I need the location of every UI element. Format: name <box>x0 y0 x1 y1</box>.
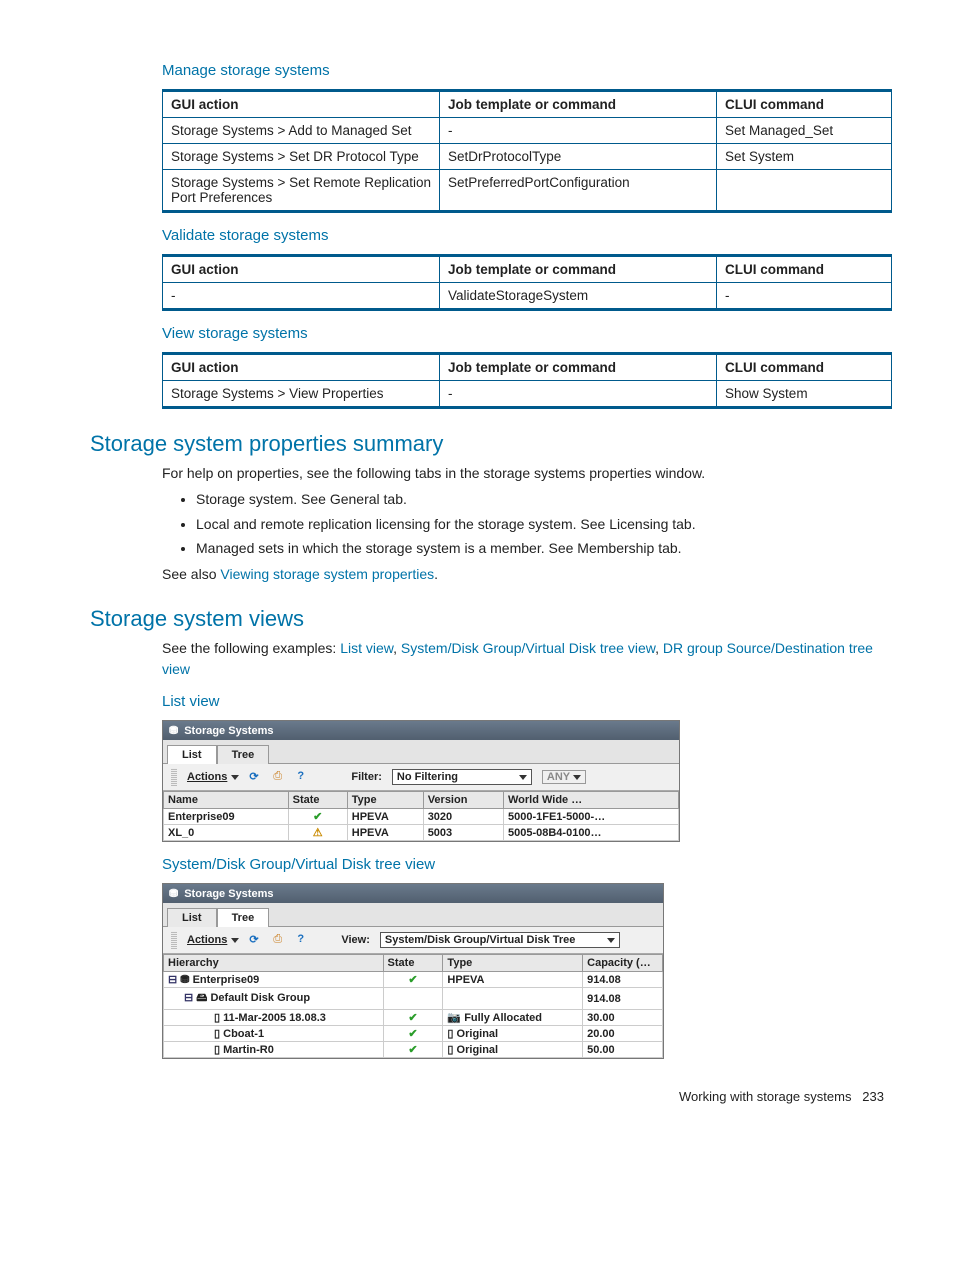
tab-tree[interactable]: Tree <box>217 908 270 927</box>
app-icon: ⛃ <box>169 887 178 900</box>
toolbar-grip <box>171 931 177 949</box>
screenshot-list-view: ⛃ Storage Systems List Tree Actions ⟳ ⎙ … <box>162 720 680 842</box>
actions-menu[interactable]: Actions <box>187 771 239 783</box>
window-titlebar: ⛃ Storage Systems <box>163 884 663 903</box>
tab-tree[interactable]: Tree <box>217 745 270 764</box>
vdisk-icon: ▯ <box>214 1012 220 1024</box>
table-row: Storage Systems > Add to Managed Set-Set… <box>163 118 892 144</box>
screenshot-tree-view: ⛃ Storage Systems List Tree Actions ⟳ ⎙ … <box>162 883 664 1059</box>
warning-icon: ⚠ <box>313 827 323 839</box>
page-number: 233 <box>862 1089 884 1104</box>
vdisk-icon: ▯ <box>214 1044 220 1056</box>
snapshot-icon: 📷 <box>447 1012 461 1024</box>
col-state[interactable]: State <box>383 955 443 972</box>
print-icon[interactable]: ⎙ <box>273 933 287 947</box>
chevron-down-icon <box>519 775 527 780</box>
ok-icon: ✔ <box>408 1044 417 1056</box>
col-gui: GUI action <box>163 91 440 118</box>
col-state[interactable]: State <box>288 792 347 809</box>
treeview-heading: System/Disk Group/Virtual Disk tree view <box>162 856 884 873</box>
col-version[interactable]: Version <box>423 792 503 809</box>
vdisk-icon: ▯ <box>447 1044 453 1056</box>
col-job: Job template or command <box>440 91 717 118</box>
tree-toggle-icon[interactable]: ⊟ <box>184 992 193 1004</box>
table-row[interactable]: XL_0 ⚠ HPEVA 5003 5005-08B4-0100… <box>164 825 679 841</box>
list-item: Local and remote replication licensing f… <box>196 514 884 534</box>
list-item: Managed sets in which the storage system… <box>196 538 884 558</box>
col-hierarchy[interactable]: Hierarchy <box>164 955 384 972</box>
list-item: Storage system. See General tab. <box>196 489 884 509</box>
view-label: View: <box>341 934 370 946</box>
col-capacity[interactable]: Capacity (… <box>583 955 663 972</box>
refresh-icon[interactable]: ⟳ <box>249 933 263 947</box>
listview-heading: List view <box>162 693 884 710</box>
link-list-view[interactable]: List view <box>340 640 393 656</box>
table-row[interactable]: ⊟ ⛃ Enterprise09 ✔ HPEVA 914.08 <box>164 972 663 988</box>
props-see-also: See also Viewing storage system properti… <box>162 564 884 584</box>
help-icon[interactable]: ? <box>297 770 311 784</box>
table-row: Storage Systems > View Properties-Show S… <box>163 381 892 408</box>
props-intro: For help on properties, see the followin… <box>162 463 884 483</box>
table-row: -ValidateStorageSystem- <box>163 283 892 310</box>
any-button[interactable]: ANY <box>542 770 586 784</box>
tree-grid: Hierarchy State Type Capacity (… ⊟ ⛃ Ent… <box>163 954 663 1058</box>
tab-list[interactable]: List <box>167 908 217 927</box>
col-name[interactable]: Name <box>164 792 289 809</box>
views-intro: See the following examples: List view, S… <box>162 638 884 679</box>
table-view: GUI action Job template or command CLUI … <box>162 352 892 409</box>
col-clui: CLUI command <box>717 91 892 118</box>
window-title: Storage Systems <box>184 888 273 900</box>
filter-label: Filter: <box>351 771 382 783</box>
tree-toggle-icon[interactable]: ⊟ <box>168 974 177 986</box>
tab-list[interactable]: List <box>167 745 217 764</box>
list-grid: Name State Type Version World Wide … Ent… <box>163 791 679 841</box>
actions-menu[interactable]: Actions <box>187 934 239 946</box>
chevron-down-icon <box>231 938 239 943</box>
link-view-props[interactable]: Viewing storage system properties <box>220 566 434 582</box>
refresh-icon[interactable]: ⟳ <box>249 770 263 784</box>
view-combo[interactable]: System/Disk Group/Virtual Disk Tree <box>380 932 620 948</box>
ok-icon: ✔ <box>408 1012 417 1024</box>
col-type[interactable]: Type <box>443 955 583 972</box>
toolbar-grip <box>171 768 177 786</box>
chevron-down-icon <box>231 775 239 780</box>
table-row[interactable]: ▯ 11-Mar-2005 18.08.3 ✔ 📷 Fully Allocate… <box>164 1010 663 1026</box>
section-props-summary-title: Storage system properties summary <box>90 431 884 457</box>
ok-icon: ✔ <box>313 811 322 823</box>
help-icon[interactable]: ? <box>297 933 311 947</box>
page-footer: Working with storage systems 233 <box>90 1089 884 1104</box>
table-row: Storage Systems > Set Remote Replication… <box>163 170 892 212</box>
vdisk-icon: ▯ <box>214 1028 220 1040</box>
table-row[interactable]: Enterprise09 ✔ HPEVA 3020 5000-1FE1-5000… <box>164 809 679 825</box>
print-icon[interactable]: ⎙ <box>273 770 287 784</box>
section-view-title: View storage systems <box>162 325 884 342</box>
table-manage: GUI action Job template or command CLUI … <box>162 89 892 213</box>
window-title: Storage Systems <box>184 725 273 737</box>
window-titlebar: ⛃ Storage Systems <box>163 721 679 740</box>
table-row[interactable]: ▯ Martin-R0 ✔ ▯ Original 50.00 <box>164 1042 663 1058</box>
col-ww[interactable]: World Wide … <box>503 792 678 809</box>
vdisk-icon: ▯ <box>447 1028 453 1040</box>
diskgroup-icon: 🖴 <box>196 992 207 1004</box>
table-row[interactable]: ⊟ 🖴 Default Disk Group 914.08 <box>164 988 663 1010</box>
storage-icon: ⛃ <box>180 974 189 986</box>
app-icon: ⛃ <box>169 724 178 737</box>
table-validate: GUI action Job template or command CLUI … <box>162 254 892 311</box>
ok-icon: ✔ <box>408 1028 417 1040</box>
chevron-down-icon <box>573 775 581 780</box>
table-row[interactable]: ▯ Cboat-1 ✔ ▯ Original 20.00 <box>164 1026 663 1042</box>
section-manage-title: Manage storage systems <box>162 62 884 79</box>
col-type[interactable]: Type <box>347 792 423 809</box>
ok-icon: ✔ <box>408 974 417 986</box>
props-bullets: Storage system. See General tab. Local a… <box>180 489 884 558</box>
link-tree-view[interactable]: System/Disk Group/Virtual Disk tree view <box>401 640 655 656</box>
section-validate-title: Validate storage systems <box>162 227 884 244</box>
chevron-down-icon <box>607 938 615 943</box>
table-row: Storage Systems > Set DR Protocol TypeSe… <box>163 144 892 170</box>
filter-combo[interactable]: No Filtering <box>392 769 532 785</box>
section-views-title: Storage system views <box>90 606 884 632</box>
